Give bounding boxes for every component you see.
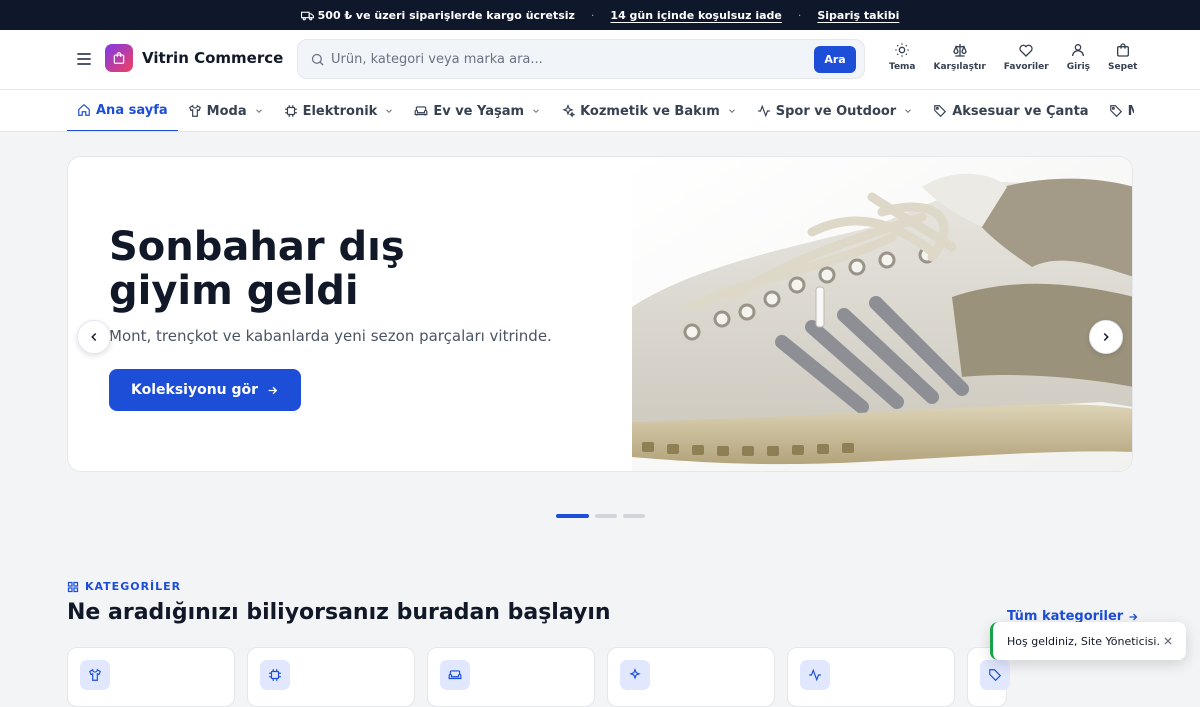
search-input[interactable] bbox=[331, 47, 801, 71]
nav-label: Elektronik bbox=[302, 103, 378, 119]
chevron-down-icon bbox=[533, 109, 539, 113]
category-card[interactable] bbox=[427, 647, 595, 707]
truck-icon bbox=[300, 11, 314, 20]
header-actions: Tema Karşılaştır Favoriler Giriş Sepet bbox=[880, 42, 1146, 72]
carousel-dot-2[interactable] bbox=[595, 514, 617, 518]
chevron-down-icon bbox=[255, 109, 262, 113]
shirt-icon bbox=[89, 668, 101, 681]
chip-icon bbox=[284, 105, 297, 117]
search-icon bbox=[311, 53, 324, 66]
separator-dot: · bbox=[590, 8, 595, 22]
toast-message: Hoş geldiniz, Site Yöneticisi. bbox=[1007, 634, 1160, 648]
categories-title: Ne aradığınızı biliyorsanız buradan başl… bbox=[67, 600, 611, 625]
sparkles-icon bbox=[629, 668, 641, 680]
cart-button[interactable]: Sepet bbox=[1099, 42, 1146, 72]
nav-item-fashion[interactable]: Moda bbox=[178, 90, 274, 131]
chip-icon bbox=[269, 669, 281, 681]
compare-label: Karşılaştır bbox=[933, 62, 986, 72]
close-icon[interactable] bbox=[1162, 635, 1174, 647]
shopping-bag-icon bbox=[113, 52, 125, 64]
login-label: Giriş bbox=[1066, 62, 1091, 72]
theme-button[interactable]: Tema bbox=[880, 42, 925, 72]
sofa-icon bbox=[414, 106, 428, 116]
category-card[interactable] bbox=[787, 647, 955, 707]
heart-icon bbox=[1019, 44, 1033, 57]
chevron-left-icon bbox=[91, 332, 97, 342]
favorites-button[interactable]: Favoriler bbox=[995, 42, 1058, 72]
chevron-down-icon bbox=[905, 109, 912, 113]
carousel-dot-1[interactable] bbox=[556, 514, 589, 518]
nav-label: Spor ve Outdoor bbox=[775, 103, 897, 119]
favorites-label: Favoriler bbox=[1003, 62, 1049, 72]
category-card[interactable] bbox=[67, 647, 235, 707]
compare-button[interactable]: Karşılaştır bbox=[925, 42, 995, 72]
chevron-down-icon bbox=[386, 109, 393, 113]
carousel-prev-button[interactable] bbox=[77, 320, 111, 354]
grid-icon bbox=[67, 581, 79, 592]
hamburger-icon bbox=[77, 53, 91, 65]
sun-icon bbox=[895, 43, 909, 57]
separator-dot: · bbox=[797, 8, 802, 22]
tag-icon bbox=[989, 669, 1002, 682]
scale-icon bbox=[952, 44, 967, 57]
home-icon bbox=[78, 103, 90, 116]
nav-item-electronics[interactable]: Elektronik bbox=[274, 90, 405, 131]
logo[interactable] bbox=[105, 44, 133, 72]
sparkles-icon bbox=[562, 104, 576, 118]
collection-button-label: Koleksiyonu gör bbox=[131, 382, 259, 398]
arrow-right-icon bbox=[268, 386, 278, 394]
carousel-dots bbox=[556, 514, 645, 518]
sofa-icon bbox=[448, 670, 462, 680]
nav-label: Aksesuar ve Çanta bbox=[952, 103, 1089, 119]
collection-button[interactable]: Koleksiyonu gör bbox=[109, 369, 302, 411]
categories-kicker-text: KATEGORİLER bbox=[85, 580, 182, 593]
theme-label: Tema bbox=[889, 62, 916, 72]
category-card[interactable] bbox=[247, 647, 415, 707]
user-icon bbox=[1072, 44, 1085, 57]
category-nav: Ana sayfa Moda Elektronik Ev ve Yaşam Ko… bbox=[0, 90, 1200, 132]
nav-item-accessories[interactable]: Aksesuar ve Çanta bbox=[923, 90, 1098, 131]
nav-label: Kozmetik ve Bakım bbox=[580, 103, 720, 119]
carousel-next-button[interactable] bbox=[1089, 320, 1123, 354]
nav-item-cosmetics[interactable]: Kozmetik ve Bakım bbox=[551, 90, 747, 131]
nav-item-home-living[interactable]: Ev ve Yaşam bbox=[404, 90, 551, 131]
category-cards bbox=[67, 647, 1010, 707]
hero-subtitle: Mont, trençkot ve kabanlarda yeni sezon … bbox=[109, 327, 552, 345]
carousel-dot-3[interactable] bbox=[623, 514, 645, 518]
nav-label: Moda bbox=[206, 103, 247, 119]
cart-label: Sepet bbox=[1108, 62, 1138, 72]
category-card[interactable] bbox=[607, 647, 775, 707]
nav-item-sports[interactable]: Spor ve Outdoor bbox=[747, 90, 923, 131]
nav-label: Ev ve Yaşam bbox=[433, 103, 525, 119]
nav-label: Ana sayfa bbox=[96, 102, 168, 118]
shipping-notice: 500 ₺ ve üzeri siparişlerde kargo ücrets… bbox=[300, 8, 575, 22]
order-tracking-link[interactable]: Sipariş takibi bbox=[817, 9, 899, 22]
menu-button[interactable] bbox=[74, 49, 94, 69]
categories-kicker: KATEGORİLER bbox=[67, 580, 181, 593]
shirt-icon bbox=[188, 104, 201, 117]
returns-link[interactable]: 14 gün içinde koşulsuz iade bbox=[610, 9, 781, 22]
chevron-down-icon bbox=[728, 109, 735, 113]
nav-overflow-fade bbox=[1134, 90, 1200, 131]
welcome-toast: Hoş geldiniz, Site Yöneticisi. bbox=[990, 622, 1186, 660]
search-bar: Ara bbox=[297, 39, 865, 79]
tag-icon bbox=[934, 105, 947, 118]
site-header: Vitrin Commerce Ara Tema Karşılaştır Fav… bbox=[0, 30, 1200, 90]
chevron-right-icon bbox=[1103, 332, 1109, 342]
nav-item-home[interactable]: Ana sayfa bbox=[67, 90, 178, 131]
promo-bar: 500 ₺ ve üzeri siparişlerde kargo ücrets… bbox=[0, 0, 1200, 30]
activity-icon bbox=[757, 104, 770, 118]
hero-product-image bbox=[632, 157, 1132, 471]
arrow-right-icon bbox=[1129, 613, 1138, 620]
shipping-text: 500 ₺ ve üzeri siparişlerde kargo ücrets… bbox=[317, 8, 575, 22]
tag-icon bbox=[1109, 105, 1122, 118]
activity-icon bbox=[809, 668, 821, 682]
hero-banner: Sonbahar dış giyim geldi Mont, trençkot … bbox=[67, 156, 1133, 472]
login-button[interactable]: Giriş bbox=[1058, 42, 1099, 72]
hero-title: Sonbahar dış giyim geldi bbox=[109, 224, 405, 314]
search-button[interactable]: Ara bbox=[814, 46, 856, 73]
cart-bag-icon bbox=[1116, 43, 1129, 57]
brand-name[interactable]: Vitrin Commerce bbox=[142, 49, 283, 67]
